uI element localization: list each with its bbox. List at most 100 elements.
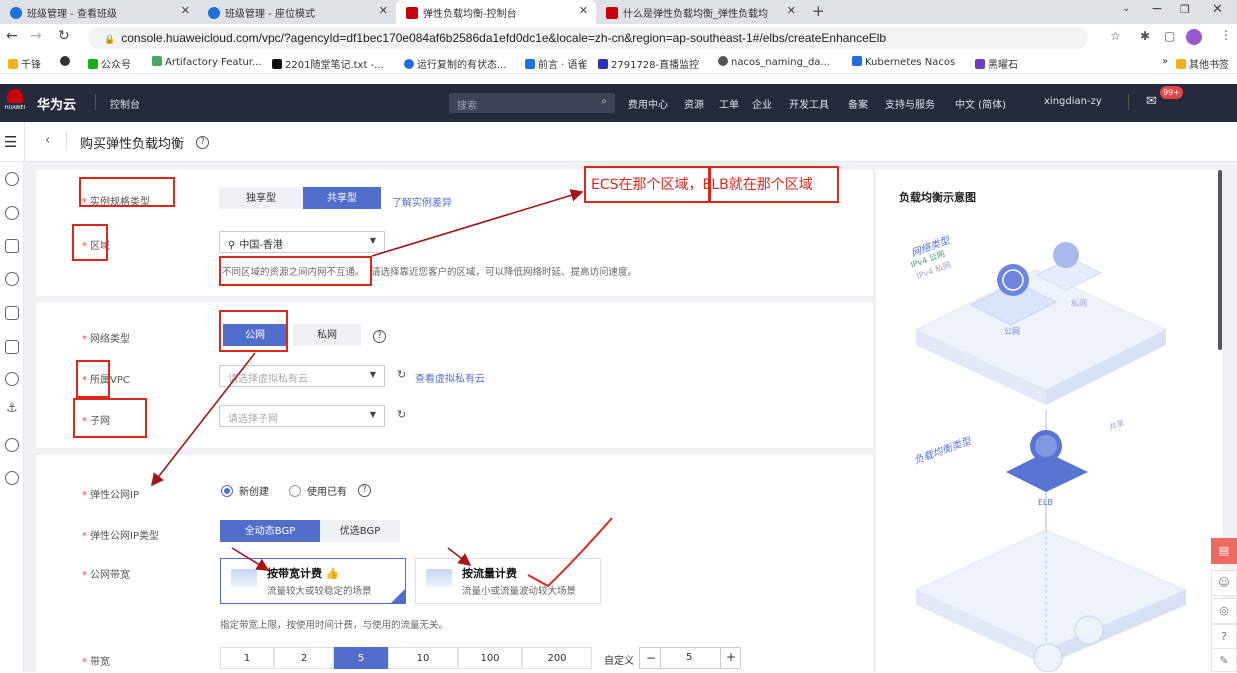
reload-icon[interactable]: ↻ xyxy=(58,28,70,44)
eip-label: * 弹性公网IP xyxy=(82,490,139,501)
bw-option-2[interactable]: 2 xyxy=(274,647,334,669)
bw-option-5[interactable]: 5 xyxy=(334,647,388,669)
nav-billing[interactable]: 费用中心 xyxy=(628,96,668,111)
profile-avatar[interactable] xyxy=(1186,29,1202,45)
net-private-button[interactable]: 私网 xyxy=(293,324,361,346)
bookmark-icon xyxy=(404,59,414,69)
menu-icon[interactable]: ⋮ xyxy=(1220,28,1232,42)
bill-by-bandwidth-card[interactable]: 按带宽计费 👍 流量较大或较稳定的场景 xyxy=(220,558,406,604)
console-search-input[interactable]: 搜索 ⌕ xyxy=(449,93,615,113)
forward-icon[interactable]: → xyxy=(30,28,42,44)
spec-dedicated-button[interactable]: 独享型 xyxy=(219,187,303,209)
url-input[interactable]: 🔒 console.huaweicloud.com/vpc/?agencyId=d… xyxy=(88,27,1088,49)
chevron-down-icon[interactable]: ⌄ xyxy=(1122,3,1130,14)
question-icon[interactable]: ? xyxy=(1211,624,1237,650)
anchor-service-icon[interactable]: ⚓ xyxy=(6,401,18,416)
bw-value-input[interactable]: 5 xyxy=(686,652,692,663)
browser-tab[interactable]: 班级管理 - 查看班级 ✕ xyxy=(0,0,198,24)
new-tab-button[interactable]: + xyxy=(812,2,825,20)
message-service-icon[interactable] xyxy=(5,471,19,485)
huawei-logo[interactable]: HUAWEI xyxy=(4,89,26,117)
sidepanel-icon[interactable]: ▢ xyxy=(1164,29,1175,43)
browser-tab[interactable]: 班级管理 - 座位模式 ✕ xyxy=(198,0,396,24)
more-bookmarks-icon[interactable]: » xyxy=(1162,56,1168,67)
restore-button[interactable]: ❐ xyxy=(1180,3,1190,16)
nav-username[interactable]: xingdian-zy xyxy=(1044,96,1102,107)
brand-name[interactable]: 华为云 xyxy=(37,94,76,113)
eip-new-radio[interactable]: 新创建 xyxy=(221,483,269,498)
extensions-icon[interactable]: ✱ xyxy=(1140,29,1150,43)
refresh-icon[interactable]: ↻ xyxy=(397,368,406,381)
minus-button[interactable]: − xyxy=(646,651,656,665)
eip-bgp-premium-button[interactable]: 优选BGP xyxy=(320,520,400,542)
bookmark-item[interactable]: 运行复制的有状态... xyxy=(404,56,507,71)
spec-shared-button[interactable]: 共享型 xyxy=(303,187,381,209)
spec-diff-link[interactable]: 了解实例差异 xyxy=(392,194,452,209)
nav-language[interactable]: 中文 (简体) xyxy=(955,96,1006,111)
nav-devtools[interactable]: 开发工具 xyxy=(789,96,829,111)
document-service-icon[interactable] xyxy=(5,340,19,354)
eip-existing-radio[interactable]: 使用已有 xyxy=(289,483,347,498)
nav-filing[interactable]: 备案 xyxy=(848,96,868,111)
bookmark-item[interactable]: Kubernetes Nacos xyxy=(852,56,955,68)
minimize-button[interactable]: − xyxy=(1151,1,1163,17)
database-service-icon[interactable] xyxy=(5,272,19,286)
bw-option-100[interactable]: 100 xyxy=(458,647,522,669)
refresh-icon[interactable]: ↻ xyxy=(397,408,406,421)
close-icon[interactable]: ✕ xyxy=(787,4,796,17)
feedback-icon[interactable]: ✎ xyxy=(1211,648,1237,672)
cloud-service-icon[interactable] xyxy=(5,372,19,386)
bookmark-item[interactable]: 公众号 xyxy=(88,56,131,71)
region-select[interactable]: ⚲ 中国-香港 ▼ xyxy=(219,231,385,253)
bill-by-traffic-card[interactable]: 按流量计费 流量小或流量波动较大场景 xyxy=(415,558,601,604)
back-icon[interactable]: ← xyxy=(6,28,18,44)
message-icon[interactable]: ✉ xyxy=(1146,94,1157,109)
globe-service-icon[interactable] xyxy=(5,438,19,452)
scrollbar[interactable] xyxy=(1218,170,1222,350)
close-icon[interactable]: ✕ xyxy=(181,4,190,17)
bw-stepper[interactable]: − 5 + xyxy=(639,647,741,669)
help-icon[interactable]: ? xyxy=(373,328,386,343)
close-window-button[interactable]: ✕ xyxy=(1212,2,1223,17)
nav-support[interactable]: 支持与服务 xyxy=(885,96,935,111)
network-service-icon[interactable] xyxy=(5,206,19,220)
bookmark-item[interactable]: 千锋 xyxy=(8,56,41,71)
star-icon[interactable]: ☆ xyxy=(1110,29,1121,43)
hamburger-menu-icon[interactable]: ☰ xyxy=(4,133,17,151)
nav-tickets[interactable]: 工单 xyxy=(719,96,739,111)
vpc-select[interactable]: 请选择虚拟私有云 ▼ xyxy=(219,365,385,387)
bookmark-item[interactable]: 黑曜石 xyxy=(975,56,1018,71)
nav-enterprise[interactable]: 企业 xyxy=(752,96,772,111)
browser-tab-active[interactable]: 弹性负载均衡-控制台 ✕ xyxy=(396,0,596,24)
bookmark-item[interactable]: Artifactory Featur... xyxy=(152,56,262,68)
bookmark-item[interactable] xyxy=(60,56,73,68)
nav-resources[interactable]: 资源 xyxy=(684,96,704,111)
console-link[interactable]: 控制台 xyxy=(110,96,140,111)
smile-icon[interactable]: ☺ xyxy=(1211,570,1237,596)
bw-option-1[interactable]: 1 xyxy=(220,647,274,669)
browser-tab[interactable]: 什么是弹性负载均衡_弹性负载均 ✕ xyxy=(596,0,804,24)
bookmark-item[interactable]: 2201随堂笔记.txt -... xyxy=(272,56,384,71)
close-icon[interactable]: ✕ xyxy=(379,4,388,17)
bookmark-item[interactable]: 其他书签 xyxy=(1176,56,1229,71)
bw-option-200[interactable]: 200 xyxy=(522,647,592,669)
annotation-box-vpc xyxy=(76,360,110,398)
chat-icon[interactable]: ▤ xyxy=(1211,538,1237,564)
headset-icon[interactable]: ◎ xyxy=(1211,598,1237,624)
storage-service-icon[interactable] xyxy=(5,306,19,320)
back-arrow-icon[interactable]: ‹ xyxy=(45,133,50,148)
monitor-service-icon[interactable] xyxy=(5,239,19,253)
plus-button[interactable]: + xyxy=(726,650,736,664)
search-icon[interactable]: ⌕ xyxy=(601,96,607,107)
view-vpc-link[interactable]: 查看虚拟私有云 xyxy=(415,370,485,385)
close-icon[interactable]: ✕ xyxy=(579,4,588,17)
bookmark-item[interactable]: 前言 · 语雀 xyxy=(525,56,588,71)
cloud-service-icon[interactable] xyxy=(5,172,19,186)
bookmark-item[interactable]: nacos_naming_da... xyxy=(718,56,830,68)
help-icon[interactable]: ? xyxy=(196,134,209,149)
bookmark-item[interactable]: 2791728-直播监控 xyxy=(598,56,699,71)
subnet-select[interactable]: 请选择子网 ▼ xyxy=(219,405,385,427)
bw-option-10[interactable]: 10 xyxy=(388,647,458,669)
eip-bgp-full-button[interactable]: 全动态BGP xyxy=(220,520,320,542)
help-icon[interactable]: ? xyxy=(358,482,371,497)
